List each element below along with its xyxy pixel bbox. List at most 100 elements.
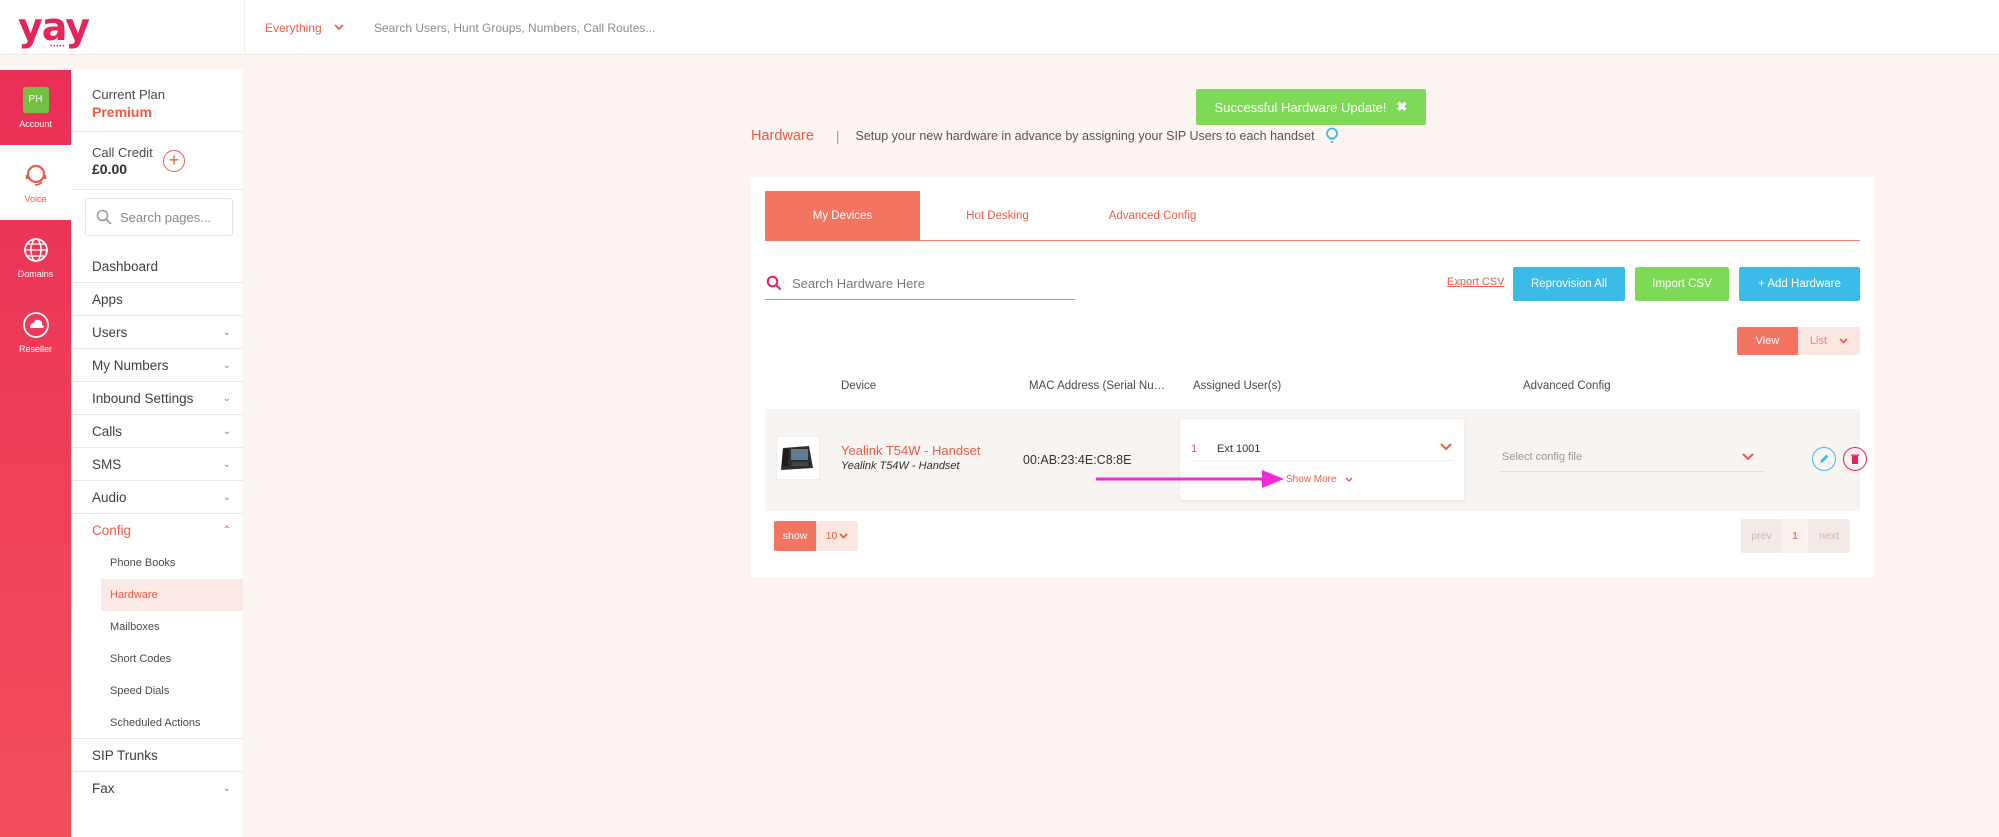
global-search-filter-label: Everything <box>265 20 322 35</box>
global-search-input[interactable]: Search Users, Hunt Groups, Numbers, Call… <box>374 0 655 55</box>
device-model: Yealink T54W - Handset <box>841 460 960 472</box>
desk-phone-icon <box>781 446 813 470</box>
global-search-filter[interactable]: Everything <box>244 0 362 55</box>
current-plan: Current Plan Premium <box>71 70 243 132</box>
chevron-down-icon: ⌄ <box>222 326 231 338</box>
chevron-down-icon: ⌄ <box>222 458 231 470</box>
config-file-placeholder: Select config file <box>1502 450 1583 463</box>
rail-reseller[interactable]: Reseller <box>0 295 71 370</box>
user-extension: Ext 1001 <box>1217 443 1261 455</box>
sidebar-item-label: Apps <box>92 291 123 307</box>
sidebar-subitem-hardware[interactable]: Hardware <box>101 579 243 611</box>
sidebar: Current Plan Premium Call Credit £0.00 +… <box>71 70 243 837</box>
lightbulb-icon[interactable] <box>1325 127 1339 145</box>
logo-dots: ••••• <box>50 44 66 50</box>
annotation-arrow <box>1096 470 1284 488</box>
yay-logo[interactable]: yay <box>18 8 90 46</box>
page-search-input[interactable]: Search pages... <box>85 198 233 236</box>
view-mode-list[interactable]: List <box>1798 327 1860 355</box>
rail-voice-label: Voice <box>24 194 47 204</box>
sidebar-item-label: Fax <box>92 781 115 796</box>
view-mode-list-label: List <box>1809 335 1828 347</box>
chevron-down-icon: ⌄ <box>222 491 231 503</box>
search-icon <box>96 209 112 225</box>
view-mode-view[interactable]: View <box>1737 327 1798 355</box>
rail-voice[interactable]: Voice <box>0 145 71 220</box>
prev-page-button[interactable]: prev <box>1741 519 1782 553</box>
sidebar-subitem-mailboxes[interactable]: Mailboxes <box>71 611 243 643</box>
sidebar-item-sms[interactable]: SMS ⌄ <box>71 448 243 481</box>
sidebar-item-label: Calls <box>92 423 123 439</box>
sidebar-item-config[interactable]: Config ⌃ <box>71 514 243 547</box>
hardware-search-placeholder: Search Hardware Here <box>792 275 925 291</box>
sidebar-item-sip-trunks[interactable]: SIP Trunks <box>71 739 243 772</box>
chevron-down-icon: ⌄ <box>222 392 231 404</box>
sidebar-item-users[interactable]: Users ⌄ <box>71 316 243 349</box>
sidebar-item-fax[interactable]: Fax ⌄ <box>71 772 243 805</box>
edit-button[interactable] <box>1812 447 1836 471</box>
headset-icon <box>25 164 46 186</box>
sidebar-item-label: Audio <box>92 489 127 505</box>
tab-bar: My Devices Hot Desking Advanced Config <box>765 191 1860 241</box>
tab-hot-desking[interactable]: Hot Desking <box>920 191 1075 241</box>
page-size-value: 10 <box>825 530 838 542</box>
trash-icon <box>1851 454 1859 464</box>
cloud-icon <box>22 312 49 338</box>
tab-advanced-config[interactable]: Advanced Config <box>1075 191 1230 241</box>
sidebar-item-calls[interactable]: Calls ⌄ <box>71 415 243 448</box>
delete-button[interactable] <box>1843 447 1867 471</box>
close-icon[interactable]: ✖ <box>1397 99 1408 115</box>
rail-account[interactable]: PH Account <box>0 70 71 145</box>
column-header-device: Device <box>841 380 877 392</box>
page-header: Hardware | Setup your new hardware in ad… <box>751 127 1339 145</box>
tab-my-devices[interactable]: My Devices <box>765 191 920 241</box>
search-icon <box>766 275 782 291</box>
page-number[interactable]: 1 <box>1782 519 1808 553</box>
hardware-search-input[interactable]: Search Hardware Here <box>765 267 1075 300</box>
chevron-down-icon[interactable] <box>1440 440 1452 454</box>
rail-account-label: Account <box>19 118 52 129</box>
sidebar-item-label: SIP Trunks <box>92 747 158 763</box>
page-size-select[interactable]: 10 <box>816 521 858 551</box>
sidebar-subitem-scheduled-actions[interactable]: Scheduled Actions <box>71 707 243 739</box>
add-hardware-button[interactable]: + Add Hardware <box>1739 267 1860 301</box>
rail-domains[interactable]: Domains <box>0 220 71 295</box>
sidebar-item-inbound-settings[interactable]: Inbound Settings ⌄ <box>71 382 243 415</box>
show-count-label: show <box>774 521 816 551</box>
device-name-link[interactable]: Yealink T54W - Handset <box>841 443 980 458</box>
show-more-button[interactable]: Show More <box>1286 474 1353 485</box>
export-csv-link[interactable]: Export CSV <box>1447 276 1504 288</box>
table-row: Yealink T54W - Handset Yealink T54W - Ha… <box>765 409 1867 511</box>
title-separator: | <box>835 128 840 144</box>
sidebar-item-audio[interactable]: Audio ⌄ <box>71 481 243 514</box>
import-csv-button[interactable]: Import CSV <box>1635 267 1729 301</box>
sidebar-item-label: Dashboard <box>92 258 159 274</box>
add-credit-button[interactable]: + <box>163 150 185 172</box>
rail-reseller-label: Reseller <box>18 344 52 354</box>
chevron-down-icon: ⌄ <box>222 425 231 437</box>
column-header-mac: MAC Address (Serial Nu… <box>1029 380 1166 392</box>
current-plan-label: Current Plan <box>92 87 165 102</box>
sidebar-item-apps[interactable]: Apps <box>71 283 243 316</box>
user-index: 1 <box>1191 443 1198 455</box>
column-header-assigned-users: Assigned User(s) <box>1193 380 1282 392</box>
sidebar-item-dashboard[interactable]: Dashboard <box>71 250 243 283</box>
toast-message: Successful Hardware Update! <box>1214 99 1387 115</box>
sidebar-subitem-speed-dials[interactable]: Speed Dials <box>71 675 243 707</box>
globe-icon <box>23 238 48 262</box>
view-mode-toggle: View List <box>1737 327 1860 355</box>
device-image <box>776 436 820 480</box>
pagination: prev 1 next <box>1741 519 1850 553</box>
sidebar-subitem-short-codes[interactable]: Short Codes <box>71 643 243 675</box>
config-file-select[interactable]: Select config file <box>1500 442 1764 472</box>
reprovision-all-button[interactable]: Reprovision All <box>1513 267 1625 301</box>
success-toast: Successful Hardware Update! ✖ <box>1196 89 1426 125</box>
page-description: Setup your new hardware in advance by as… <box>855 129 1315 143</box>
avatar: PH <box>22 86 49 113</box>
sidebar-item-my-numbers[interactable]: My Numbers ⌄ <box>71 349 243 382</box>
next-page-button[interactable]: next <box>1808 519 1850 553</box>
app-rail: PH Account Voice Domains Reseller <box>0 70 71 837</box>
sidebar-subitem-phone-books[interactable]: Phone Books <box>71 547 243 579</box>
current-plan-value: Premium <box>92 104 152 120</box>
chevron-down-icon: ⌄ <box>222 359 231 371</box>
